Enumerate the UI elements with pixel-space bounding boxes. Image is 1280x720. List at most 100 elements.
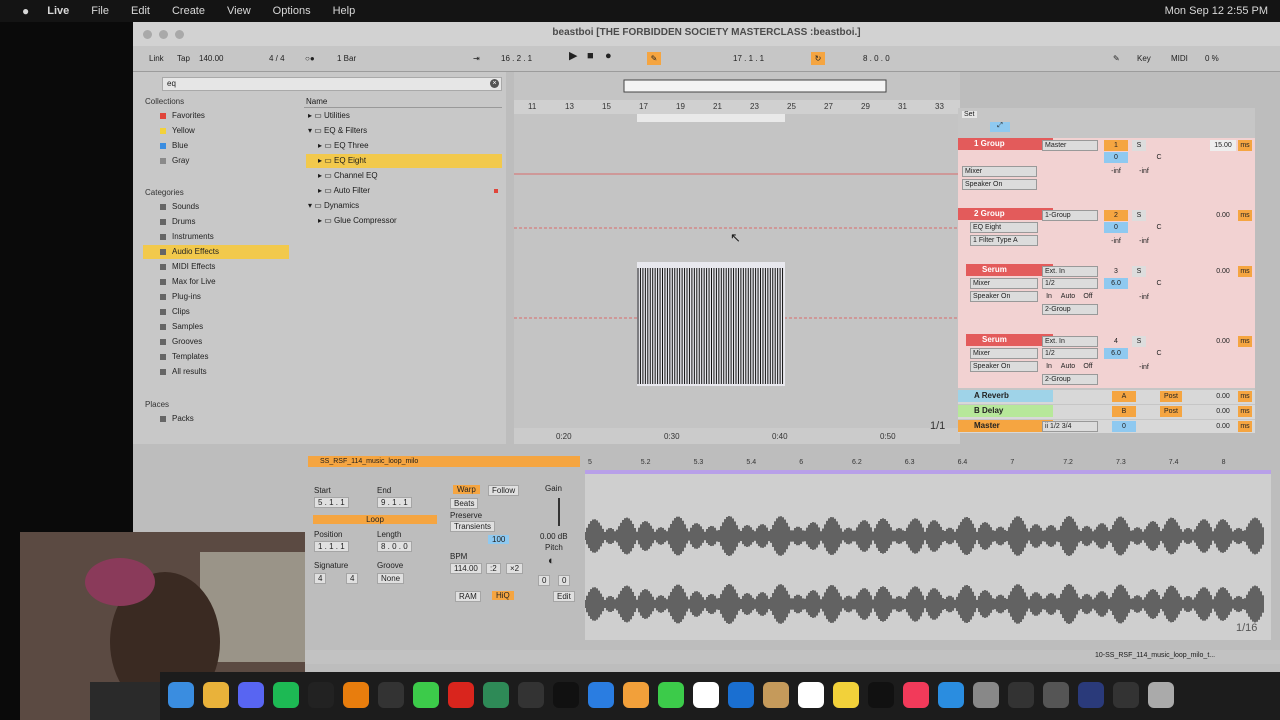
pan-value[interactable]: C <box>1152 348 1166 359</box>
post-button[interactable]: Post <box>1160 391 1182 402</box>
bpm-field[interactable]: 114.00 <box>450 563 482 574</box>
name-column-header[interactable]: Name <box>306 97 327 106</box>
category-max-for-live[interactable]: Max for Live <box>160 275 290 289</box>
category-templates[interactable]: Templates <box>160 350 290 364</box>
category-instruments[interactable]: Instruments <box>160 230 290 244</box>
appstore-icon[interactable] <box>938 682 964 708</box>
category-drums[interactable]: Drums <box>160 215 290 229</box>
tap-button[interactable]: Tap <box>177 52 190 65</box>
signature-field[interactable]: 4 / 4 <box>269 52 285 65</box>
automation-arm-icon[interactable]: ⤢ <box>990 122 1010 132</box>
gyroflow-icon[interactable] <box>728 682 754 708</box>
clock[interactable]: Mon Sep 12 2:55 PM <box>1165 5 1268 17</box>
solo-button[interactable]: S <box>1132 266 1146 277</box>
place-packs[interactable]: Packs <box>160 412 290 426</box>
monitor-auto[interactable]: Auto <box>1058 291 1078 302</box>
track-name[interactable]: B Delay <box>958 405 1053 417</box>
track-name[interactable]: Master <box>958 420 1053 432</box>
pitch-fine[interactable]: 0 <box>558 575 571 586</box>
arrangement-position[interactable]: 16 . 2 . 1 <box>501 52 532 65</box>
category-clips[interactable]: Clips <box>160 305 290 319</box>
input-routing[interactable]: Ext. In <box>1042 266 1098 277</box>
master-volume[interactable]: 0 <box>1112 421 1136 432</box>
record-button[interactable]: ● <box>605 50 612 63</box>
facetime-icon[interactable] <box>658 682 684 708</box>
solo-button[interactable]: S <box>1132 336 1146 347</box>
loop-region-bar[interactable] <box>585 470 1271 474</box>
menu-view[interactable]: View <box>227 5 251 17</box>
delay-unit[interactable]: ms <box>1238 140 1252 151</box>
blender-icon[interactable] <box>343 682 369 708</box>
obs-icon[interactable] <box>1008 682 1034 708</box>
track-activator[interactable]: 4 <box>1104 336 1128 347</box>
settings-icon[interactable] <box>973 682 999 708</box>
track-serum-1[interactable]: Serum Mixer Speaker On Ext. In 1/2 2-Gro… <box>958 264 1255 334</box>
loop-button[interactable]: Loop <box>313 515 437 524</box>
device-chooser[interactable]: Mixer <box>962 166 1037 177</box>
delay-value[interactable]: 0.00 <box>1210 266 1236 277</box>
menu-create[interactable]: Create <box>172 5 205 17</box>
tree-channel-eq[interactable]: ▸ ▭ Channel EQ <box>306 169 502 183</box>
track-activator[interactable]: B <box>1112 406 1136 417</box>
collection-gray[interactable]: Gray <box>160 154 290 168</box>
metronome-icon[interactable]: ○● <box>305 52 315 65</box>
preserve-chooser[interactable]: Transients <box>450 521 496 532</box>
follow-button[interactable]: Follow <box>488 485 520 496</box>
end-field[interactable]: 9 . 1 . 1 <box>377 497 412 508</box>
grid-icon[interactable] <box>483 682 509 708</box>
stickies-icon[interactable] <box>833 682 859 708</box>
keka-icon[interactable] <box>763 682 789 708</box>
tempo-field[interactable]: 140.00 <box>199 52 223 65</box>
warp-mode-chooser[interactable]: Beats <box>450 498 479 509</box>
trash-icon[interactable] <box>1148 682 1174 708</box>
menu-file[interactable]: File <box>91 5 109 17</box>
output-routing[interactable]: 2-Group <box>1042 374 1098 385</box>
track-name[interactable]: Serum <box>966 334 1053 346</box>
tree-utilities[interactable]: ▸ ▭ Utilities <box>306 109 502 123</box>
loop-duration-field[interactable]: 100 <box>488 535 510 544</box>
follow-icon[interactable]: ⇥ <box>473 52 480 65</box>
serum-icon[interactable] <box>1078 682 1104 708</box>
ableton-live-icon[interactable] <box>553 682 579 708</box>
tree-dynamics[interactable]: ▾ ▭ Dynamics <box>306 199 502 213</box>
play-button[interactable]: ▶ <box>569 50 577 63</box>
category-samples[interactable]: Samples <box>160 320 290 334</box>
photos-icon[interactable] <box>623 682 649 708</box>
cue-routing[interactable]: ii 1/2 3/4 <box>1042 421 1098 432</box>
category-grooves[interactable]: Grooves <box>160 335 290 349</box>
track-name[interactable]: 2 Group <box>958 208 1053 220</box>
volume-value[interactable]: 6.0 <box>1104 278 1128 289</box>
solo-button[interactable]: S <box>1132 210 1146 221</box>
delay-unit[interactable]: ms <box>1238 406 1252 417</box>
clip-name[interactable]: SS_RSF_114_music_loop_milo <box>320 458 418 465</box>
delay-value[interactable]: 0.00 <box>1210 336 1236 347</box>
delay-unit[interactable]: ms <box>1238 266 1252 277</box>
tree-eq-three[interactable]: ▸ ▭ EQ Three <box>306 139 502 153</box>
finder-icon[interactable] <box>168 682 194 708</box>
track-activator[interactable]: 1 <box>1104 140 1128 151</box>
output-chooser[interactable]: Speaker On <box>970 361 1038 372</box>
output-chooser[interactable]: Speaker On <box>970 291 1038 302</box>
chrome-icon[interactable] <box>203 682 229 708</box>
tree-auto-filter[interactable]: ▸ ▭ Auto Filter <box>306 184 502 198</box>
return-track-a[interactable]: A Reverb A Post 0.00 ms <box>958 390 1255 404</box>
gain-value[interactable]: 0.00 dB <box>540 532 568 541</box>
track-2-group[interactable]: 2 Group EQ Eight 1 Filter Type A 1-Group… <box>958 208 1255 264</box>
menu-app-name[interactable]: Live <box>47 5 69 17</box>
link-button[interactable]: Link <box>149 52 164 65</box>
browser-search-input[interactable]: eq <box>162 77 502 91</box>
safari-icon[interactable] <box>588 682 614 708</box>
track-serum-2[interactable]: Serum Mixer Speaker On Ext. In 1/2 2-Gro… <box>958 334 1255 388</box>
device-chooser[interactable]: Mixer <box>970 348 1038 359</box>
track-activator[interactable]: 2 <box>1104 210 1128 221</box>
pitch-coarse[interactable]: 0 <box>538 575 551 586</box>
key-map-button[interactable]: Key <box>1137 52 1151 65</box>
collection-favorites[interactable]: Favorites <box>160 109 290 123</box>
category-sounds[interactable]: Sounds <box>160 200 290 214</box>
output-chooser[interactable]: Speaker On <box>962 179 1037 190</box>
zoom-window-button[interactable] <box>175 30 184 39</box>
track-name[interactable]: Serum <box>966 264 1053 276</box>
output-routing[interactable]: 1-Group <box>1042 210 1098 221</box>
delay-unit[interactable]: ms <box>1238 421 1252 432</box>
loop-brace[interactable] <box>637 114 785 122</box>
